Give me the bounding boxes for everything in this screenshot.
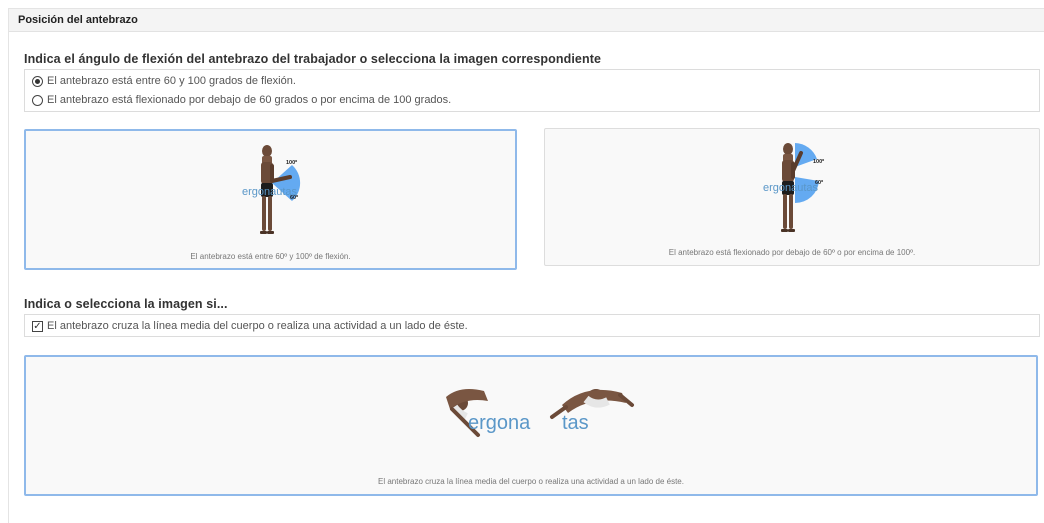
- image-card-60-100[interactable]: ergonautas 100º 60º El antebrazo está en…: [24, 129, 517, 270]
- forearm-flexion-out-of-range-illustration: ergonautas 100º 60º: [763, 143, 824, 232]
- ergonautas-logo-part2: tas: [562, 412, 589, 434]
- ergonautas-logo-part1: ergona: [468, 412, 531, 434]
- crossing-options: ✓ El antebrazo cruza la línea media del …: [24, 314, 1040, 337]
- card-caption-crosses-midline: El antebrazo cruza la línea media del cu…: [378, 477, 684, 486]
- image-card-crosses-midline[interactable]: ergona tas El antebrazo cruza la línea m…: [24, 355, 1038, 496]
- radio-unchecked-icon[interactable]: [32, 94, 43, 106]
- option-out-of-range[interactable]: El antebrazo está flexionado por debajo …: [32, 94, 451, 106]
- card-caption-out-of-range: El antebrazo está flexionado por debajo …: [668, 248, 916, 257]
- panel-title: Posición del antebrazo: [9, 9, 1044, 32]
- question-flexion-title: Indica el ángulo de flexión del antebraz…: [24, 52, 602, 66]
- radio-checked-icon[interactable]: [32, 75, 43, 87]
- forearm-flexion-60-100-illustration: ergonautas 100º 60º: [242, 145, 301, 234]
- angle-label-100: 100º: [286, 160, 297, 166]
- checkbox-checked-icon[interactable]: ✓: [32, 320, 43, 332]
- option-crosses-midline[interactable]: ✓ El antebrazo cruza la línea media del …: [32, 320, 468, 332]
- option-60-100[interactable]: El antebrazo está entre 60 y 100 grados …: [32, 75, 296, 87]
- image-card-out-of-range[interactable]: ergonautas 100º 60º El antebrazo está fl…: [544, 128, 1040, 266]
- question-crossing-title: Indica o selecciona la imagen si...: [24, 297, 228, 311]
- option-out-of-range-label: El antebrazo está flexionado por debajo …: [47, 94, 452, 106]
- flexion-options: El antebrazo está entre 60 y 100 grados …: [24, 69, 1040, 112]
- forearm-crossing-illustration: ergona tas: [446, 389, 634, 437]
- angle-label-60: 60º: [290, 195, 298, 201]
- card-caption-60-100: El antebrazo está entre 60º y 100º de fl…: [190, 252, 351, 261]
- option-60-100-label: El antebrazo está entre 60 y 100 grados …: [47, 75, 296, 87]
- angle-label-100: 100º: [813, 159, 824, 165]
- angle-label-60: 60º: [815, 180, 823, 186]
- option-crosses-midline-label: El antebrazo cruza la línea media del cu…: [47, 320, 468, 332]
- ergonautas-logo: ergonautas: [763, 182, 819, 194]
